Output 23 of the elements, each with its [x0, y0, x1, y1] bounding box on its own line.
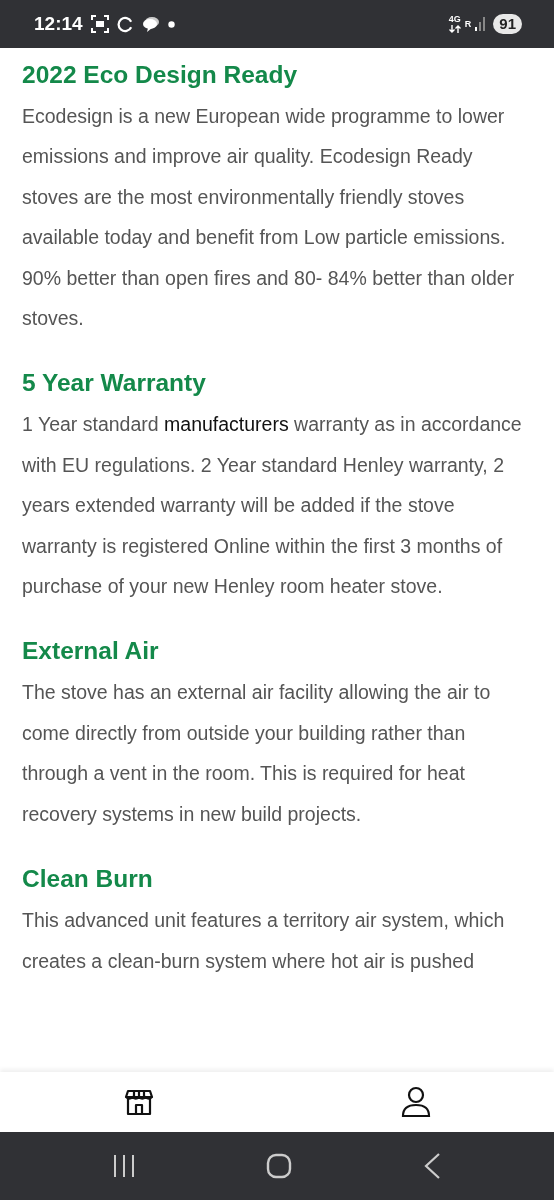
- battery-level: 91: [493, 14, 522, 34]
- notification-dot-icon: [167, 20, 175, 28]
- data-arrows-icon: [448, 24, 461, 33]
- section-heading: Clean Burn: [22, 864, 154, 895]
- chat-icon: [141, 16, 160, 32]
- section-paragraph: Ecodesign is a new European wide programme to lower emissions and improve air quality. Ecodesign Ready stoves are the most environmentally friendly stoves available today and benefit from Low particle emissions. 90% better than open fires and 80- 84% better than older stoves.: [22, 104, 516, 332]
- status-time: 12:14: [34, 11, 83, 36]
- section-heading: 5 Year Warranty: [22, 368, 207, 399]
- section-paragraph: The stove has an external air facility allowing the air to come directly from outside your building rather than through a vent in the room. This is required for heat recovery systems in new build projects.: [22, 680, 492, 827]
- section-heading: External Air: [22, 636, 160, 667]
- store-icon[interactable]: [123, 1087, 154, 1117]
- section-paragraph: This advanced unit features a territory air system, which creates a clean-burn system where hot air is pushed: [22, 908, 506, 974]
- back-icon[interactable]: [422, 1153, 441, 1179]
- sync-icon: [116, 15, 134, 33]
- section-paragraph: 1 Year standard manufacturers warranty as in accordance with EU regulations. 2 Year standard Henley warranty, 2 years extended warranty will be added if the stove warranty is registered Online within the first 3 months of purchase of your new Henley room heater stove.: [22, 412, 523, 600]
- signal-icon: [475, 17, 486, 31]
- screenshot-icon: [90, 15, 109, 33]
- roaming-indicator: R: [464, 19, 472, 29]
- home-icon[interactable]: [266, 1153, 292, 1179]
- recent-apps-icon[interactable]: [113, 1154, 136, 1178]
- profile-icon[interactable]: [400, 1086, 431, 1118]
- section-heading: 2022 Eco Design Ready: [22, 60, 299, 90]
- network-indicator: 4G: [448, 15, 461, 33]
